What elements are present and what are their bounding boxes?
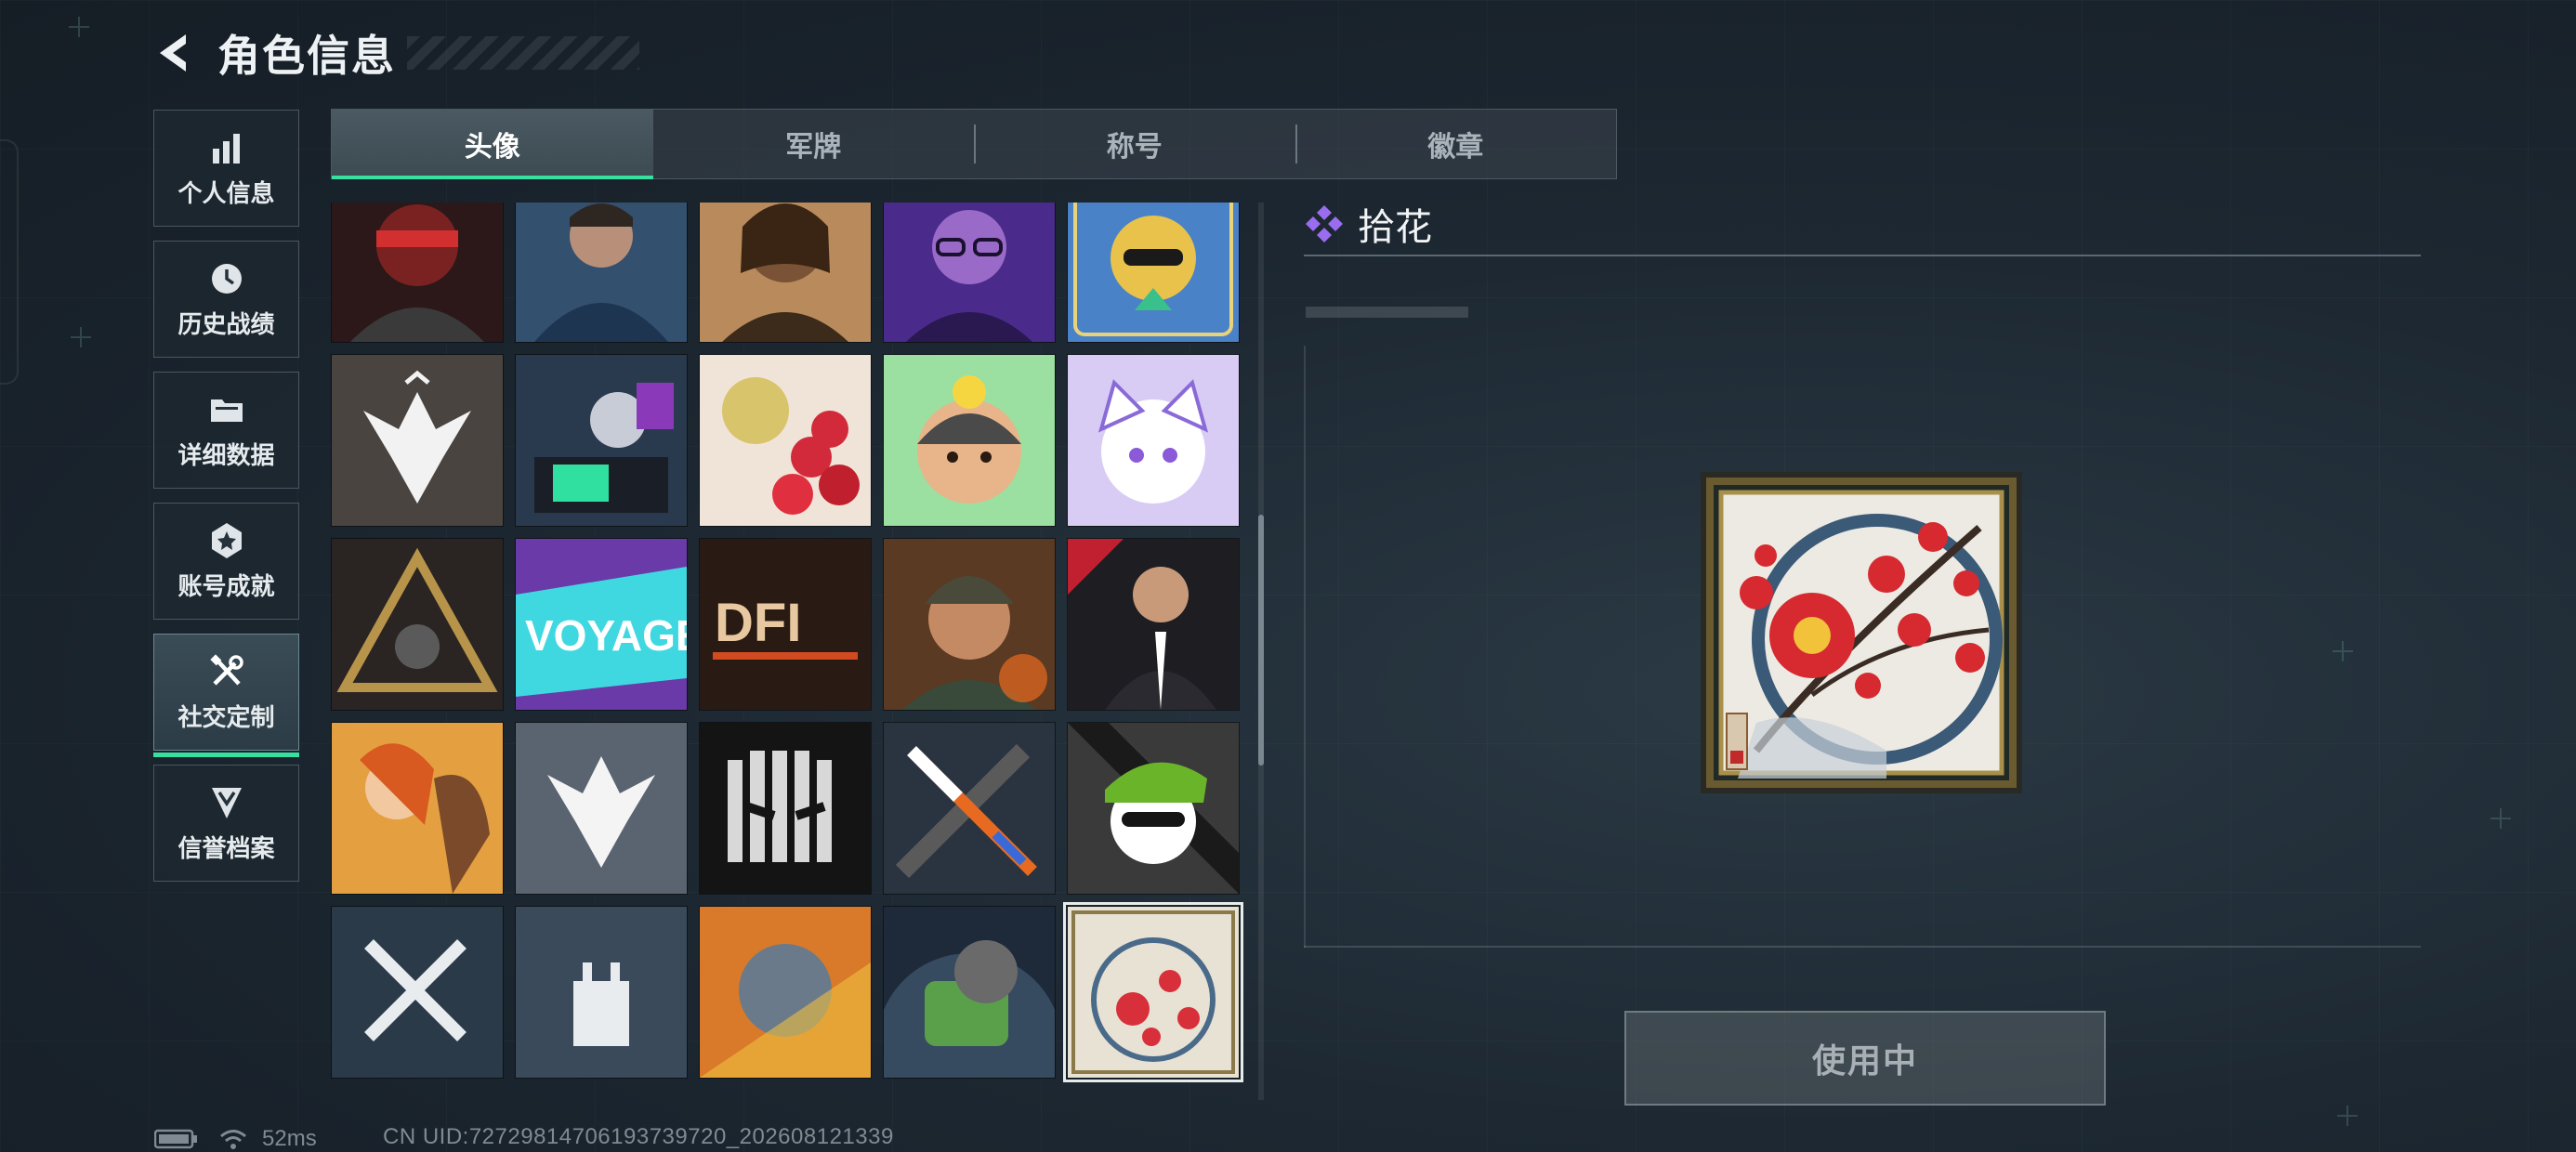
- sidebar-item-detailed-data[interactable]: 详细数据: [153, 372, 299, 489]
- sidebar-item-social-custom[interactable]: 社交定制: [153, 634, 299, 757]
- title-decoration: [407, 36, 639, 70]
- avatar-tile[interactable]: [515, 906, 688, 1079]
- decor-cross: [2491, 808, 2511, 829]
- avatar-tile[interactable]: DFI: [699, 538, 872, 711]
- avatar-preview: [1701, 472, 2022, 793]
- avatar-tile[interactable]: [883, 203, 1056, 343]
- detail-header: 拾花: [1304, 197, 1432, 251]
- rarity-diamond-icon: [1306, 205, 1343, 242]
- sidebar-item-label: 社交定制: [177, 702, 275, 731]
- sidebar-item-achievements[interactable]: 账号成就: [153, 503, 299, 620]
- tools-icon: [209, 653, 243, 686]
- avatar-tile[interactable]: [1067, 538, 1240, 711]
- avatar-tile[interactable]: [699, 203, 872, 343]
- sidebar-item-label: 账号成就: [177, 571, 275, 600]
- avatar-tile[interactable]: [1067, 722, 1240, 895]
- tab-military-tag[interactable]: 军牌: [653, 110, 975, 178]
- avatar-tile[interactable]: [883, 722, 1056, 895]
- detail-subtext-faded: [1306, 307, 1468, 318]
- avatar-tile[interactable]: [331, 203, 504, 343]
- avatar-tile[interactable]: [331, 538, 504, 711]
- in-use-label: 使用中: [1811, 1041, 1918, 1080]
- avatar-tile-selected[interactable]: [1063, 902, 1243, 1082]
- avatar-tile[interactable]: [883, 354, 1056, 527]
- grid-scrollbar-thumb[interactable]: [1258, 515, 1264, 766]
- in-use-button[interactable]: 使用中: [1624, 1011, 2106, 1106]
- avatar-tile[interactable]: [699, 906, 872, 1079]
- shield-chevron-icon: [211, 787, 242, 818]
- battery-icon: [154, 1129, 197, 1149]
- avatar-tile[interactable]: [331, 722, 504, 895]
- latency-readout: 52ms: [262, 1126, 317, 1151]
- edge-bracket: [0, 139, 19, 385]
- avatar-tile[interactable]: [883, 906, 1056, 1079]
- detail-divider: [1304, 255, 2421, 256]
- avatar-tile[interactable]: [1067, 354, 1240, 527]
- sidebar-item-history[interactable]: 历史战绩: [153, 241, 299, 358]
- avatar-tile[interactable]: [515, 722, 688, 895]
- avatar-tile[interactable]: [699, 354, 872, 527]
- sidebar-item-label: 个人信息: [177, 178, 275, 207]
- sidebar-item-label: 信誉档案: [177, 833, 275, 862]
- svg-text:DFI: DFI: [715, 593, 801, 653]
- tab-avatar[interactable]: 头像: [332, 110, 653, 179]
- avatar-grid-viewport[interactable]: VOYAGER DFI: [331, 203, 1245, 1100]
- sidebar: 个人信息 历史战绩 详细数据 账号成就 社交定制 信誉档案: [153, 110, 299, 896]
- grid-scrollbar[interactable]: [1258, 203, 1264, 1100]
- sidebar-item-label: 历史战绩: [177, 309, 275, 338]
- back-arrow-icon[interactable]: [149, 29, 197, 77]
- wifi-icon: [220, 1130, 246, 1149]
- user-uid: CN UID:7272981470619373972​0_20260812133…: [383, 1124, 894, 1149]
- tab-badge[interactable]: 徽章: [1295, 110, 1617, 178]
- sidebar-item-label: 详细数据: [177, 440, 275, 469]
- decor-cross: [69, 17, 89, 37]
- avatar-tile[interactable]: [515, 203, 688, 343]
- svg-text:VOYAGER: VOYAGER: [525, 611, 687, 660]
- detail-divider-bottom: [1304, 946, 2421, 948]
- sidebar-item-personal-info[interactable]: 个人信息: [153, 110, 299, 227]
- tab-title[interactable]: 称号: [974, 110, 1295, 178]
- bar-chart-icon: [212, 133, 240, 164]
- detail-item-name: 拾花: [1358, 207, 1432, 248]
- sidebar-item-reputation[interactable]: 信誉档案: [153, 765, 299, 882]
- header: 角色信息: [149, 20, 639, 85]
- avatar-tile[interactable]: [515, 354, 688, 527]
- folder-icon: [210, 399, 243, 422]
- status-bar: 52ms: [154, 1126, 317, 1152]
- avatar-grid: VOYAGER DFI: [331, 203, 1243, 1082]
- avatar-tile[interactable]: [1067, 203, 1240, 343]
- history-clock-icon: [211, 263, 242, 294]
- avatar-tile[interactable]: VOYAGER: [515, 538, 688, 711]
- avatar-tile[interactable]: [883, 538, 1056, 711]
- avatar-tile[interactable]: [699, 722, 872, 895]
- page-title: 角色信息: [217, 32, 396, 80]
- decor-cross: [2337, 1106, 2358, 1126]
- avatar-tile[interactable]: [331, 906, 504, 1079]
- avatar-tile[interactable]: [331, 354, 504, 527]
- category-tabs: 头像 军牌 称号 徽章: [331, 109, 1617, 179]
- achievement-star-icon: [211, 522, 242, 558]
- decor-cross: [71, 327, 91, 347]
